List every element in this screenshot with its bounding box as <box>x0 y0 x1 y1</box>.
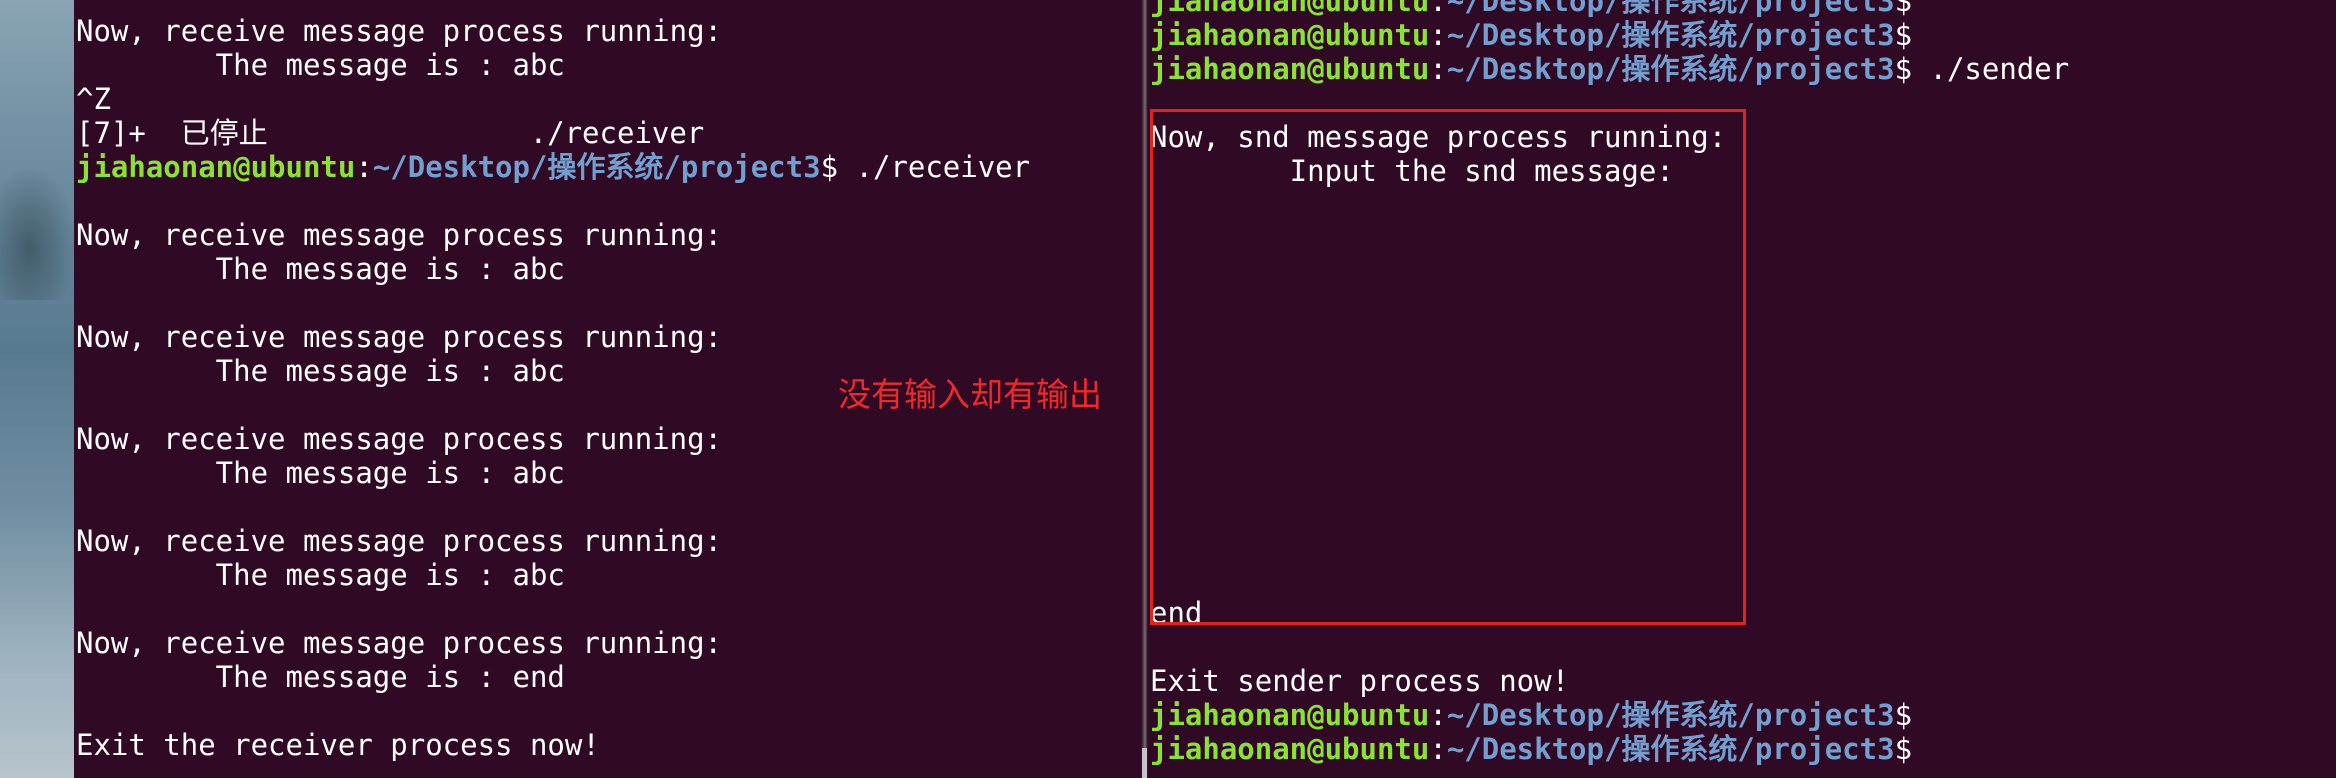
prompt-line: jiahaonan@ubuntu:~/Desktop/操作系统/project3… <box>76 150 1030 184</box>
prompt-line: jiahaonan@ubuntu:~/Desktop/操作系统/project3… <box>1150 52 2069 86</box>
terminal-output-line: The message is : abc <box>76 354 565 388</box>
annotation-label: 没有输入却有输出 <box>838 375 1102 414</box>
highlight-box <box>1150 109 1746 625</box>
terminal-output-line: Now, receive message process running: <box>76 14 723 48</box>
terminal-output-line: The message is : abc <box>76 252 565 286</box>
prompt-user: jiahaonan@ubuntu <box>1150 732 1430 766</box>
terminal-output-line: The message is : abc <box>76 558 565 592</box>
prompt-user: jiahaonan@ubuntu <box>1150 0 1430 18</box>
prompt-path: ~/Desktop/操作系统/project3 <box>1446 732 1895 766</box>
prompt-colon: : <box>1429 18 1447 52</box>
prompt-line: jiahaonan@ubuntu:~/Desktop/操作系统/project3… <box>1150 698 1912 732</box>
terminal-output-line: Now, receive message process running: <box>76 320 723 354</box>
prompt-command: $ <box>1894 18 1913 52</box>
terminal-output-line: Exit sender process now! <box>1150 664 1570 698</box>
prompt-user: jiahaonan@ubuntu <box>1150 52 1430 86</box>
terminal-output-line: The message is : abc <box>76 456 565 490</box>
prompt-command: $ <box>1894 732 1913 766</box>
prompt-colon: : <box>1429 698 1447 732</box>
terminal-output-line: Exit the receiver process now! <box>76 728 600 762</box>
terminal-output-line: Now, receive message process running: <box>76 524 723 558</box>
desktop-wallpaper-strip <box>0 0 74 778</box>
terminal-output-line: The message is : abc <box>76 48 565 82</box>
prompt-colon: : <box>1429 0 1447 18</box>
prompt-line: jiahaonan@ubuntu:~/Desktop/操作系统/project3… <box>1150 0 1912 18</box>
wallpaper-tree-silhouette <box>0 170 74 300</box>
prompt-colon: : <box>1429 52 1447 86</box>
prompt-line: jiahaonan@ubuntu:~/Desktop/操作系统/project3… <box>1150 18 1912 52</box>
scrollbar-thumb[interactable] <box>1142 748 1147 778</box>
prompt-command: $ ./sender <box>1894 52 2070 86</box>
prompt-command: $ <box>1894 698 1913 732</box>
terminal-output-line: Now, receive message process running: <box>76 218 723 252</box>
terminal-output-line: ^Z <box>76 82 111 116</box>
terminal-split-divider[interactable] <box>1141 0 1148 778</box>
terminal-output-line: Now, receive message process running: <box>76 422 723 456</box>
terminal-output-line: The message is : end <box>76 660 565 694</box>
terminal-output-line: [7]+ 已停止 ./receiver <box>76 116 705 150</box>
prompt-colon: : <box>1429 732 1447 766</box>
prompt-path: ~/Desktop/操作系统/project3 <box>1446 52 1895 86</box>
prompt-user: jiahaonan@ubuntu <box>76 150 356 184</box>
prompt-command: $ ./receiver <box>820 150 1031 184</box>
prompt-command: $ <box>1894 0 1913 18</box>
terminal-output-line: Now, receive message process running: <box>76 626 723 660</box>
prompt-user: jiahaonan@ubuntu <box>1150 18 1430 52</box>
prompt-user: jiahaonan@ubuntu <box>1150 698 1430 732</box>
prompt-colon: : <box>355 150 373 184</box>
prompt-path: ~/Desktop/操作系统/project3 <box>1446 18 1895 52</box>
prompt-path: ~/Desktop/操作系统/project3 <box>372 150 821 184</box>
prompt-path: ~/Desktop/操作系统/project3 <box>1446 698 1895 732</box>
prompt-path: ~/Desktop/操作系统/project3 <box>1446 0 1895 18</box>
prompt-line: jiahaonan@ubuntu:~/Desktop/操作系统/project3… <box>1150 732 1912 766</box>
